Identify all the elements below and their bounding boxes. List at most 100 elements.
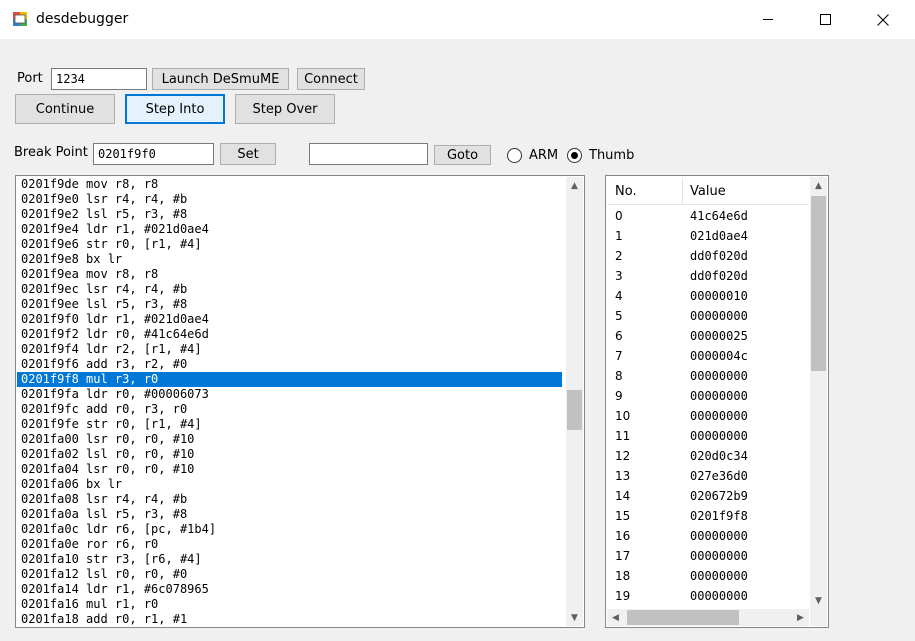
disassembly-line[interactable]: 0201fa0c ldr r6, [pc, #1b4]: [17, 522, 562, 537]
arm-radio[interactable]: [507, 148, 522, 163]
register-hscrollbar[interactable]: ◀ ▶: [607, 609, 809, 626]
disassembly-lines: 0201f9de mov r8, r8 0201f9e0 lsr r4, r4, …: [17, 177, 562, 627]
register-header-no[interactable]: No.: [615, 184, 637, 199]
scroll-up-icon[interactable]: ▲: [810, 177, 827, 194]
set-breakpoint-button[interactable]: Set: [220, 143, 276, 165]
disassembly-line[interactable]: 0201f9ec lsr r4, r4, #b: [17, 282, 562, 297]
register-number: 11: [615, 429, 631, 443]
register-scroll-thumb[interactable]: [811, 196, 826, 371]
disassembly-line[interactable]: 0201fa16 mul r1, r0: [17, 597, 562, 612]
register-header-value[interactable]: Value: [690, 184, 726, 199]
register-row[interactable]: 9 00000000: [607, 386, 809, 406]
breakpoint-label: Break Point: [14, 145, 88, 160]
disassembly-scroll-thumb[interactable]: [567, 390, 582, 430]
thumb-radio[interactable]: [567, 148, 582, 163]
register-value: 00000025: [690, 329, 748, 343]
register-row[interactable]: 8 00000000: [607, 366, 809, 386]
disassembly-list[interactable]: 0201f9de mov r8, r8 0201f9e0 lsr r4, r4, …: [15, 175, 585, 628]
maximize-button[interactable]: [802, 0, 848, 39]
register-list[interactable]: No. Value 0 41c64e6d 1 021d0ae4 2 dd0f020d 3 dd…: [605, 175, 829, 628]
port-input[interactable]: 1234: [51, 68, 147, 90]
scroll-right-icon[interactable]: ▶: [792, 609, 809, 626]
register-value: 00000000: [690, 369, 748, 383]
arm-label[interactable]: ARM: [529, 148, 558, 163]
register-row[interactable]: 1 021d0ae4: [607, 226, 809, 246]
register-row[interactable]: 10 00000000: [607, 406, 809, 426]
register-row[interactable]: 2 dd0f020d: [607, 246, 809, 266]
disassembly-scrollbar[interactable]: ▲ ▼: [566, 177, 583, 626]
minimize-icon: [763, 19, 773, 20]
register-row[interactable]: 4 00000010: [607, 286, 809, 306]
disassembly-line[interactable]: 0201f9e0 lsr r4, r4, #b: [17, 192, 562, 207]
disassembly-line[interactable]: 0201fa10 str r3, [r6, #4]: [17, 552, 562, 567]
connect-button[interactable]: Connect: [297, 68, 365, 90]
scroll-left-icon[interactable]: ◀: [607, 609, 624, 626]
disassembly-line[interactable]: 0201f9e2 lsl r5, r3, #8: [17, 207, 562, 222]
disassembly-line[interactable]: 0201fa08 lsr r4, r4, #b: [17, 492, 562, 507]
disassembly-line[interactable]: 0201f9fe str r0, [r1, #4]: [17, 417, 562, 432]
register-value: dd0f020d: [690, 249, 748, 263]
register-row[interactable]: 15 0201f9f8: [607, 506, 809, 526]
disassembly-line[interactable]: 0201f9e8 bx lr: [17, 252, 562, 267]
register-row[interactable]: 14 020672b9: [607, 486, 809, 506]
scroll-up-icon[interactable]: ▲: [566, 177, 583, 194]
scroll-down-icon[interactable]: ▼: [566, 609, 583, 626]
disassembly-line[interactable]: 0201f9f2 ldr r0, #41c64e6d: [17, 327, 562, 342]
close-button[interactable]: [860, 0, 906, 39]
disassembly-line[interactable]: 0201f9e6 str r0, [r1, #4]: [17, 237, 562, 252]
register-number: 10: [615, 409, 631, 423]
register-row[interactable]: 0 41c64e6d: [607, 206, 809, 226]
disassembly-line[interactable]: 0201fa12 lsl r0, r0, #0: [17, 567, 562, 582]
register-row[interactable]: 5 00000000: [607, 306, 809, 326]
register-value: dd0f020d: [690, 269, 748, 283]
disassembly-line[interactable]: 0201f9f6 add r3, r2, #0: [17, 357, 562, 372]
minimize-button[interactable]: [745, 0, 791, 39]
disassembly-line[interactable]: 0201f9de mov r8, r8: [17, 177, 562, 192]
register-number: 14: [615, 489, 631, 503]
disassembly-line[interactable]: 0201fa00 lsr r0, r0, #10: [17, 432, 562, 447]
register-row[interactable]: 11 00000000: [607, 426, 809, 446]
disassembly-line[interactable]: 0201f9f8 mul r3, r0: [17, 372, 562, 387]
disassembly-line[interactable]: 0201f9ee lsl r5, r3, #8: [17, 297, 562, 312]
disassembly-line[interactable]: 0201fa0a lsl r5, r3, #8: [17, 507, 562, 522]
disassembly-line[interactable]: 0201f9f4 ldr r2, [r1, #4]: [17, 342, 562, 357]
register-row[interactable]: 6 00000025: [607, 326, 809, 346]
register-row[interactable]: 12 020d0c34: [607, 446, 809, 466]
register-row[interactable]: 16 00000000: [607, 526, 809, 546]
continue-button[interactable]: Continue: [15, 94, 115, 124]
register-row[interactable]: 3 dd0f020d: [607, 266, 809, 286]
port-label: Port: [17, 71, 43, 86]
disassembly-line[interactable]: 0201fa06 bx lr: [17, 477, 562, 492]
register-value: 027e36d0: [690, 469, 748, 483]
breakpoint-input[interactable]: 0201f9f0: [93, 143, 214, 165]
disassembly-line[interactable]: 0201f9f0 ldr r1, #021d0ae4: [17, 312, 562, 327]
launch-desmume-button[interactable]: Launch DeSmuME: [152, 68, 289, 90]
disassembly-line[interactable]: 0201f9fc add r0, r3, r0: [17, 402, 562, 417]
register-row[interactable]: 13 027e36d0: [607, 466, 809, 486]
register-vscrollbar[interactable]: ▲ ▼: [810, 177, 827, 609]
disassembly-line[interactable]: 0201fa02 lsl r0, r0, #10: [17, 447, 562, 462]
register-row[interactable]: 17 00000000: [607, 546, 809, 566]
disassembly-line[interactable]: 0201fa18 add r0, r1, #1: [17, 612, 562, 627]
register-row[interactable]: 18 00000000: [607, 566, 809, 586]
goto-button[interactable]: Goto: [434, 145, 491, 165]
register-number: 13: [615, 469, 631, 483]
disassembly-line[interactable]: 0201f9ea mov r8, r8: [17, 267, 562, 282]
goto-input[interactable]: [309, 143, 428, 165]
step-over-button[interactable]: Step Over: [235, 94, 335, 124]
disassembly-line[interactable]: 0201fa14 ldr r1, #6c078965: [17, 582, 562, 597]
register-number: 6: [615, 329, 623, 343]
disassembly-line[interactable]: 0201f9e4 ldr r1, #021d0ae4: [17, 222, 562, 237]
step-into-button[interactable]: Step Into: [125, 94, 225, 124]
register-row[interactable]: 19 00000000: [607, 586, 809, 606]
register-number: 0: [615, 209, 623, 223]
disassembly-line[interactable]: 0201f9fa ldr r0, #00006073: [17, 387, 562, 402]
scroll-corner: [810, 609, 827, 626]
disassembly-line[interactable]: 0201fa0e ror r6, r0: [17, 537, 562, 552]
scroll-down-icon[interactable]: ▼: [810, 592, 827, 609]
register-row[interactable]: 7 0000004c: [607, 346, 809, 366]
register-value: 00000000: [690, 389, 748, 403]
thumb-label[interactable]: Thumb: [589, 148, 634, 163]
register-hscroll-thumb[interactable]: [627, 610, 739, 625]
disassembly-line[interactable]: 0201fa04 lsr r0, r0, #10: [17, 462, 562, 477]
